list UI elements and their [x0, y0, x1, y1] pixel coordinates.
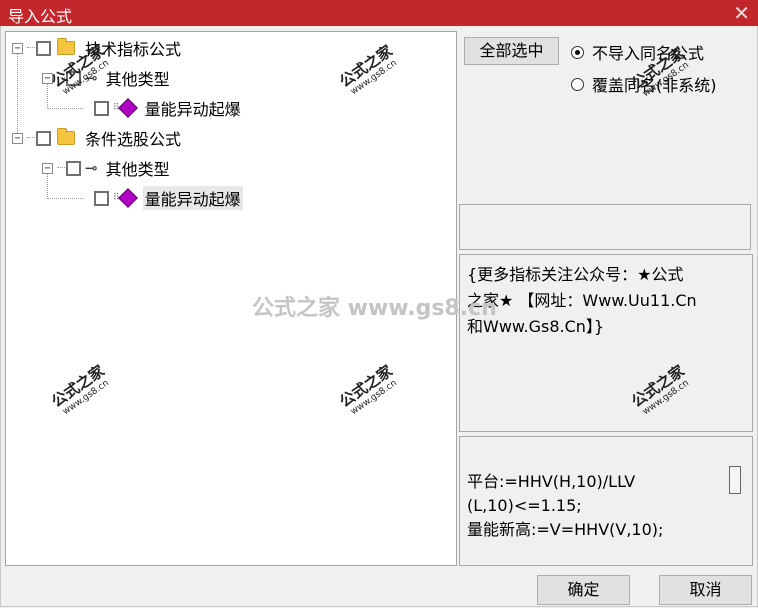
tree-node-other-type[interactable]: − ⊸ 其他类型 [42, 157, 170, 179]
collapse-icon[interactable]: − [12, 42, 23, 54]
description-line: 和Www.Gs8.Cn】} [467, 317, 605, 336]
tree-checkbox[interactable] [36, 40, 51, 56]
collapse-icon[interactable]: − [12, 132, 23, 144]
description-line: 之家★ 【网址：Www.Uu11.Cn [467, 291, 697, 310]
select-all-button[interactable]: 全部选中 [464, 37, 559, 65]
tree-node-label: 其他类型 [105, 160, 170, 179]
tree-connector [47, 198, 83, 199]
close-icon[interactable]: ✕ [733, 1, 750, 25]
ok-button[interactable]: 确定 [537, 575, 630, 605]
formula-code: 平台:=HHV(H,10)/LLV (L,10)<=1.15; 量能新高:=V=… [467, 470, 722, 542]
folder-icon [57, 38, 75, 55]
code-line: 量能新高:=V=HHV(V,10); [467, 520, 664, 539]
radio-selected-icon[interactable] [571, 45, 584, 59]
tree-node-formula[interactable]: ⠿ 量能异动起爆 [94, 97, 241, 119]
empty-field[interactable] [459, 204, 751, 250]
tree-node-label: 量能异动起爆 [142, 186, 243, 210]
gem-icon [117, 98, 138, 118]
collapse-icon[interactable]: − [42, 162, 53, 174]
tree-node-stock-selection[interactable]: − 条件选股公式 [12, 127, 181, 149]
tree-node-label: 量能异动起爆 [144, 100, 241, 119]
tree-connector [17, 52, 18, 139]
gem-icon [117, 188, 138, 208]
code-line: (L,10)<=1.15; [467, 496, 582, 515]
tree-node-label: 其他类型 [105, 70, 170, 89]
tree-checkbox[interactable] [36, 130, 51, 146]
title-bar: 导入公式 ✕ [0, 0, 758, 26]
radio-unselected-icon[interactable] [571, 77, 584, 91]
tree-node-label: 条件选股公式 [85, 130, 182, 149]
tree-checkbox[interactable] [94, 190, 109, 206]
window-title: 导入公式 [8, 7, 73, 26]
code-scrollbar[interactable] [729, 466, 741, 494]
tree-checkbox[interactable] [94, 100, 109, 116]
tree-checkbox[interactable] [66, 160, 81, 176]
tree-connector [47, 108, 83, 109]
folder-icon [57, 128, 75, 145]
cancel-button[interactable]: 取消 [659, 575, 752, 605]
description-line: {更多指标关注公众号：★公式 [467, 265, 684, 284]
watermark-center: 公式之家 www.gs8.cn [252, 296, 497, 321]
code-line: 平台:=HHV(H,10)/LLV [467, 472, 636, 491]
key-icon: ⊸ [85, 159, 98, 177]
description-text: {更多指标关注公众号：★公式 之家★ 【网址：Www.Uu11.Cn 和Www.… [467, 262, 729, 340]
tree-node-formula[interactable]: ⠿ 量能异动起爆 [94, 186, 243, 210]
